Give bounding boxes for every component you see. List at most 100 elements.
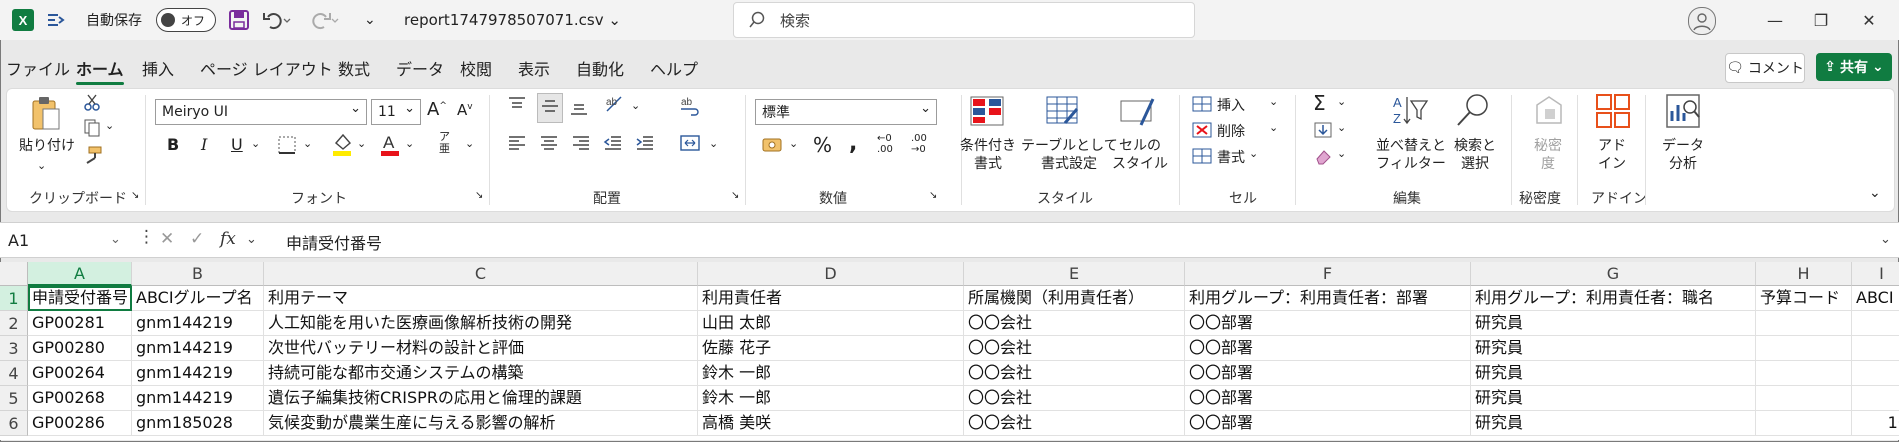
save-icon[interactable] [228,9,250,35]
accounting-format-icon[interactable] [761,135,785,159]
chevron-down-icon[interactable]: ⌄ [405,137,414,150]
cell-f3[interactable]: 〇〇部署 [1185,336,1471,361]
share-button[interactable]: ⇪ 共有 ⌄ [1816,53,1892,81]
cell-b6[interactable]: gnm185028 [132,411,264,436]
analyze-data-icon[interactable] [1665,93,1701,133]
fill-icon[interactable] [1313,121,1333,143]
expand-formula-bar-icon[interactable]: ⌄ [1880,232,1891,247]
cell-g3[interactable]: 研究員 [1471,336,1756,361]
cell-d3[interactable]: 佐藤 花子 [698,336,964,361]
copy-icon[interactable] [83,119,105,141]
align-bottom-icon[interactable] [569,97,589,121]
dialog-launcher-icon[interactable]: ↘ [731,190,739,201]
cut-icon[interactable] [83,93,101,115]
comment-button[interactable]: 🗨 コメント [1725,53,1805,83]
decrease-indent-icon[interactable] [603,133,623,157]
phonetic-guide-icon[interactable]: ア亜 [439,131,450,155]
insert-cells-icon[interactable] [1191,95,1213,117]
decrease-decimal-icon[interactable]: .00 →0 [911,133,927,155]
cell-i5[interactable]: 1 [1852,386,1899,411]
chevron-down-icon[interactable]: ⌄ [789,137,798,150]
wrap-text-icon[interactable]: ab [679,95,701,121]
cell-d5[interactable]: 鈴木 一郎 [698,386,964,411]
fill-color-icon[interactable] [331,131,353,161]
sort-filter-icon[interactable]: AZ [1391,93,1429,133]
chevron-down-icon[interactable]: ⌄ [357,137,366,150]
conditional-formatting-button[interactable]: 条件付き 書式 [953,137,1023,173]
underline-icon[interactable]: U [231,135,243,154]
align-center-icon[interactable] [539,133,559,157]
conditional-formatting-icon[interactable] [969,95,1005,131]
tab-file[interactable]: ファイル [6,56,70,80]
cancel-icon[interactable]: ✕ [160,229,174,249]
autosum-icon[interactable]: Σ [1313,91,1326,115]
dialog-launcher-icon[interactable]: ↘ [131,190,139,201]
collapse-ribbon-icon[interactable]: ⌄ [1869,185,1881,201]
cell-f4[interactable]: 〇〇部署 [1185,361,1471,386]
cell-i2[interactable]: 1 [1852,311,1899,336]
column-header-c[interactable]: C [264,262,698,286]
column-header-f[interactable]: F [1185,262,1471,286]
tab-review[interactable]: 校閲 [460,56,492,80]
cell-b5[interactable]: gnm144219 [132,386,264,411]
chevron-down-icon[interactable]: ⌄ [246,232,257,247]
increase-decimal-icon[interactable]: ←0.00 [877,133,893,155]
row-header-1[interactable]: 1 [0,286,28,311]
tab-home[interactable]: ホーム [76,56,124,85]
tab-help[interactable]: ヘルプ [650,56,698,80]
chevron-down-icon[interactable]: ⌄ [465,137,474,150]
addins-button[interactable]: アド イン [1587,137,1637,173]
cell-b2[interactable]: gnm144219 [132,311,264,336]
autosave-toggle[interactable]: オフ [156,8,216,32]
cell-i4[interactable]: 1 [1852,361,1899,386]
insert-cells-button[interactable]: 挿入 [1217,95,1245,115]
worksheet-grid[interactable]: A B C D E F G H I 1 申請受付番号 ABCIグループ名 利用テーマ 利用責任者 所属機関（… [0,262,1899,440]
cell-i3[interactable]: 1 [1852,336,1899,361]
row-header-5[interactable]: 5 [0,386,28,411]
italic-icon[interactable]: I [201,135,207,154]
tab-view[interactable]: 表示 [518,56,550,80]
cell-e1[interactable]: 所属機関（利用責任者） [964,286,1185,311]
cell-e4[interactable]: 〇〇会社 [964,361,1185,386]
font-color-icon[interactable]: A [379,131,401,161]
dialog-launcher-icon[interactable]: ↘ [929,190,937,201]
find-select-icon[interactable] [1455,91,1493,133]
chevron-down-icon[interactable]: ⌄ [1269,121,1278,134]
cell-g4[interactable]: 研究員 [1471,361,1756,386]
chevron-down-icon[interactable]: ⌄ [251,137,260,150]
analyze-data-button[interactable]: データ 分析 [1657,137,1709,173]
number-format-select[interactable]: 標準 [755,99,937,125]
cell-a2[interactable]: GP00281 [28,311,132,336]
format-as-table-icon[interactable] [1045,95,1081,131]
column-header-d[interactable]: D [698,262,964,286]
cell-f1[interactable]: 利用グループ：利用責任者：部署 [1185,286,1471,311]
format-as-table-button[interactable]: テーブルとして 書式設定 [1021,137,1118,173]
cell-h4[interactable] [1756,361,1852,386]
cell-b1[interactable]: ABCIグループ名 [132,286,264,311]
comma-style-icon[interactable]: , [849,131,857,156]
align-left-icon[interactable] [507,133,527,157]
cell-h6[interactable] [1756,411,1852,436]
cell-b4[interactable]: gnm144219 [132,361,264,386]
chevron-down-icon[interactable]: ⌄ [37,159,46,172]
cell-h1[interactable]: 予算コード [1756,286,1852,311]
borders-icon[interactable] [277,135,297,159]
insert-function-icon[interactable]: fx [220,229,236,249]
chevron-down-icon[interactable]: ⌄ [105,119,114,132]
cell-c3[interactable]: 次世代バッテリー材料の設計と評価 [264,336,698,361]
cell-g5[interactable]: 研究員 [1471,386,1756,411]
cell-c6[interactable]: 気候変動が農業生産に与える影響の解析 [264,411,698,436]
cell-c1[interactable]: 利用テーマ [264,286,698,311]
cell-a3[interactable]: GP00280 [28,336,132,361]
minimize-icon[interactable]: — [1752,0,1798,40]
cell-h2[interactable] [1756,311,1852,336]
cell-a5[interactable]: GP00268 [28,386,132,411]
search-input[interactable]: 検索 [733,2,1195,38]
align-middle-icon[interactable] [537,93,563,123]
cell-e3[interactable]: 〇〇会社 [964,336,1185,361]
cell-e5[interactable]: 〇〇会社 [964,386,1185,411]
cell-styles-button[interactable]: セルの スタイル [1105,137,1175,173]
paste-button[interactable]: 貼り付け [19,137,75,155]
sensitivity-icon[interactable] [1533,93,1567,133]
increase-indent-icon[interactable] [635,133,655,157]
